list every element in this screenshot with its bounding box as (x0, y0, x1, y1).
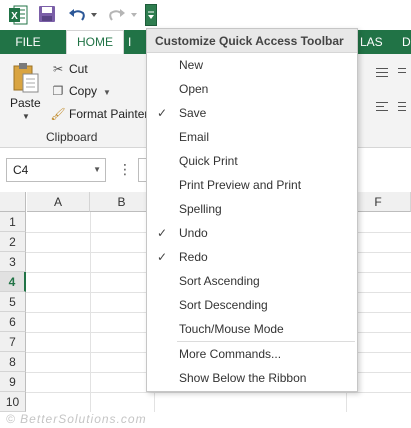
menu-item-label: Quick Print (179, 154, 238, 168)
copy-icon: ❐ (52, 84, 64, 98)
menu-item-label: More Commands... (179, 347, 282, 361)
menu-item-sort-descending[interactable]: Sort Descending (147, 293, 357, 317)
menu-item-label: Email (179, 130, 210, 144)
menu-item-label: Spelling (179, 202, 222, 216)
format-painter-label: Format Painter (69, 107, 149, 121)
row-header[interactable]: 5 (0, 292, 26, 312)
row-header[interactable]: 10 (0, 392, 26, 412)
row-header[interactable]: 9 (0, 372, 26, 392)
clipboard-group-label: Clipboard (46, 130, 98, 144)
redo-dropdown-icon[interactable] (130, 11, 138, 19)
menu-item-open[interactable]: Open (147, 77, 357, 101)
menu-item-label: Save (179, 106, 207, 120)
row-header[interactable]: 3 (0, 252, 26, 272)
menu-item-print-preview[interactable]: Print Preview and Print (147, 173, 357, 197)
checkmark-icon: ✓ (157, 250, 168, 264)
cut-label: Cut (69, 62, 88, 76)
tab-home[interactable]: HOME (66, 30, 124, 54)
menu-item-quick-print[interactable]: Quick Print (147, 149, 357, 173)
menu-item-undo[interactable]: ✓ Undo (147, 221, 357, 245)
menu-item-label: Show Below the Ribbon (179, 371, 307, 385)
menu-item-label: Open (179, 82, 209, 96)
row-header[interactable]: 6 (0, 312, 26, 332)
column-header-b[interactable]: B (90, 192, 154, 212)
checkmark-icon: ✓ (157, 106, 168, 120)
name-box-dropdown-icon[interactable]: ▼ (93, 159, 101, 181)
menu-item-redo[interactable]: ✓ Redo (147, 245, 357, 269)
menu-item-save[interactable]: ✓ Save (147, 101, 357, 125)
select-all-corner[interactable] (0, 192, 26, 212)
menu-item-spelling[interactable]: Spelling (147, 197, 357, 221)
checkmark-icon: ✓ (157, 226, 168, 240)
menu-item-label: Undo (179, 226, 208, 240)
excel-logo-icon: X (9, 5, 28, 25)
menu-item-email[interactable]: Email (147, 125, 357, 149)
watermark: © BetterSolutions.com (6, 412, 147, 426)
copy-dropdown-icon[interactable]: ▼ (103, 88, 111, 97)
row-header[interactable]: 1 (0, 212, 26, 232)
cut-button[interactable]: ✂ Cut (50, 60, 88, 78)
row-header[interactable]: 8 (0, 352, 26, 372)
save-icon[interactable] (38, 5, 56, 23)
undo-icon[interactable] (68, 7, 86, 23)
customize-qat-menu: Customize Quick Access Toolbar New Open … (146, 28, 358, 392)
tab-insert-partial[interactable]: I (128, 30, 131, 54)
copy-button[interactable]: ❐ Copy ▼ (50, 82, 111, 100)
row-header[interactable]: 7 (0, 332, 26, 352)
scissors-icon: ✂ (52, 62, 64, 76)
column-header-a[interactable]: A (27, 192, 90, 212)
menu-item-label: Touch/Mouse Mode (179, 322, 284, 336)
paintbrush-icon: 🖌 (50, 107, 66, 121)
svg-text:X: X (11, 11, 18, 22)
tab-formulas-partial[interactable]: LAS (360, 30, 383, 54)
menu-item-sort-ascending[interactable]: Sort Ascending (147, 269, 357, 293)
format-painter-button[interactable]: 🖌 Format Painter (50, 105, 148, 123)
paste-icon[interactable] (12, 62, 40, 94)
name-box[interactable]: C4 ▼ (6, 158, 106, 182)
paste-button-label[interactable]: Paste (10, 96, 41, 110)
menu-title: Customize Quick Access Toolbar (147, 29, 357, 53)
row-header-active[interactable]: 4 (0, 272, 26, 292)
copy-label: Copy (69, 84, 98, 98)
menu-item-label: Sort Descending (179, 298, 268, 312)
menu-item-label: New (179, 58, 204, 72)
customize-dropdown-icon (148, 11, 154, 19)
redo-icon[interactable] (108, 7, 126, 23)
formula-bar-options-icon[interactable]: ⋮ (118, 161, 132, 178)
menu-item-label: Print Preview and Print (179, 178, 302, 192)
quick-access-toolbar: X (0, 0, 411, 30)
menu-item-touch-mouse-mode[interactable]: Touch/Mouse Mode (147, 317, 357, 341)
paste-dropdown-icon[interactable]: ▼ (22, 112, 30, 121)
menu-item-show-below-ribbon[interactable]: Show Below the Ribbon (147, 366, 357, 390)
customize-qat-button[interactable] (145, 4, 157, 26)
undo-dropdown-icon[interactable] (90, 11, 98, 19)
grid-line (26, 392, 411, 393)
menu-item-more-commands[interactable]: More Commands... (147, 342, 357, 366)
menu-item-label: Sort Ascending (179, 274, 260, 288)
menu-item-new[interactable]: New (147, 53, 357, 77)
grid-line (90, 212, 91, 412)
row-header[interactable]: 2 (0, 232, 26, 252)
alignment-icons (372, 64, 408, 124)
name-box-value: C4 (13, 163, 29, 177)
tab-data-partial[interactable]: D (402, 30, 411, 54)
tab-file[interactable]: FILE (0, 30, 56, 54)
menu-item-label: Redo (179, 250, 208, 264)
